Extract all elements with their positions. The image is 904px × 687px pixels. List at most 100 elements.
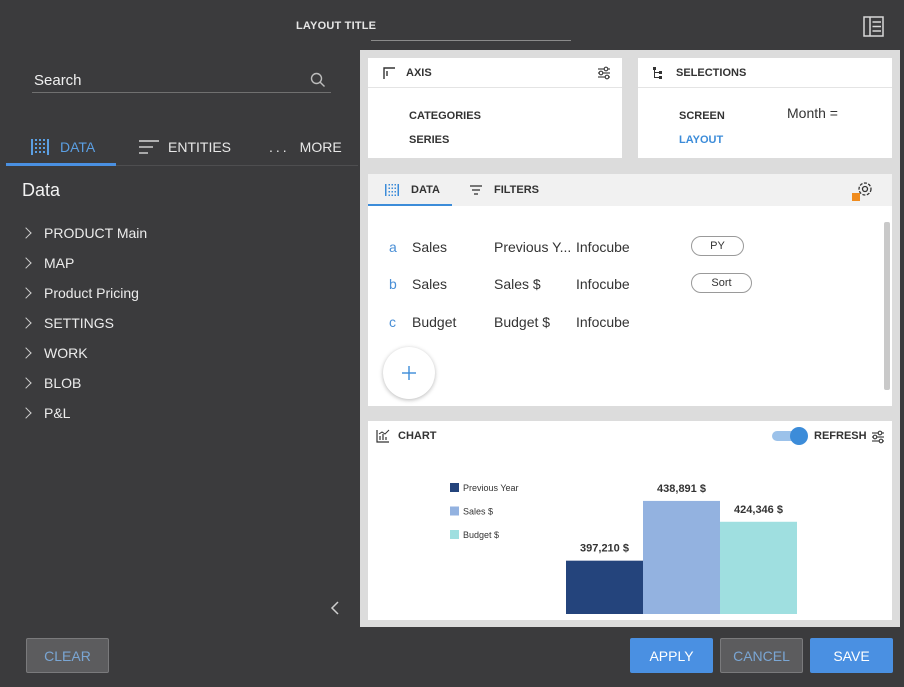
tab-data-label: DATA: [60, 138, 96, 155]
collapse-panel-icon[interactable]: [330, 601, 340, 615]
data-card: DATA FILTERS a Sales Previous Y... Infoc…: [368, 174, 892, 406]
row-name: Sales: [412, 276, 448, 292]
tab-filters[interactable]: FILTERS: [470, 174, 539, 206]
axis-series[interactable]: SERIES: [409, 134, 449, 146]
chart-bar[interactable]: [720, 521, 797, 614]
chevron-right-icon: [20, 227, 32, 239]
tree-item-work[interactable]: WORK: [20, 338, 147, 368]
search-underline: [32, 92, 331, 93]
axis-settings-icon[interactable]: [597, 66, 611, 80]
save-button[interactable]: SAVE: [810, 638, 893, 673]
cancel-button[interactable]: CANCEL: [720, 638, 803, 673]
tree-item-label: Product Pricing: [44, 285, 139, 301]
data-row[interactable]: b Sales Sales $ Infocube Sort: [368, 273, 868, 297]
apply-button[interactable]: APPLY: [630, 638, 713, 673]
legend-label: Budget $: [463, 530, 499, 540]
data-row[interactable]: c Budget Budget $ Infocube: [368, 311, 868, 335]
axis-icon: [383, 66, 395, 79]
tree-item-label: MAP: [44, 255, 75, 271]
row-source: Infocube: [576, 314, 630, 330]
axis-categories[interactable]: CATEGORIES: [409, 110, 481, 122]
data-tree: PRODUCT Main MAP Product Pricing SETTING…: [20, 218, 148, 428]
search-input[interactable]: Search: [34, 72, 82, 89]
tab-filters-label: FILTERS: [494, 184, 540, 196]
row-measure: Sales $: [494, 276, 541, 292]
row-name: Budget: [412, 314, 457, 330]
tab-entities-label: ENTITIES: [168, 138, 232, 155]
tree-item-label: P&L: [44, 405, 71, 421]
configure-icon[interactable]: [852, 180, 874, 202]
row-name: Sales: [412, 239, 448, 255]
bar-value-label: 438,891 $: [657, 483, 706, 495]
tab-data-panel[interactable]: DATA: [385, 174, 440, 206]
left-tab-bar: DATA ENTITIES ... MORE: [6, 128, 358, 166]
selection-layout[interactable]: LAYOUT: [679, 134, 723, 146]
search-icon[interactable]: [310, 72, 326, 88]
legend-swatch: [450, 483, 459, 492]
chart-bar[interactable]: [643, 500, 720, 614]
vertical-scrollbar[interactable]: [884, 222, 890, 390]
chevron-right-icon: [20, 257, 32, 269]
hierarchy-icon: [653, 66, 662, 79]
tree-item-label: WORK: [44, 345, 88, 361]
tree-item-map[interactable]: MAP: [20, 248, 147, 278]
bar-chart: Previous Year Sales $ Budget $ 397,210 $ 438…: [450, 483, 797, 614]
tab-entities[interactable]: ENTITIES: [138, 128, 231, 165]
chevron-right-icon: [20, 377, 32, 389]
tab-data-panel-label: DATA: [411, 184, 440, 196]
data-grid-icon: [31, 138, 49, 155]
legend-label: Sales $: [463, 507, 493, 517]
axis-header: AXIS: [368, 58, 622, 88]
filter-icon: [470, 185, 482, 195]
layout-title-label: LAYOUT TITLE: [296, 20, 377, 32]
row-letter: c: [389, 314, 396, 330]
selection-screen[interactable]: SCREEN: [679, 110, 725, 122]
active-data-tab-indicator: [368, 204, 452, 206]
axis-title: AXIS: [406, 66, 432, 79]
lines-icon: [139, 139, 159, 154]
tree-item-label: BLOB: [44, 375, 82, 391]
chevron-right-icon: [20, 407, 32, 419]
legend-swatch: [450, 506, 459, 516]
clear-button[interactable]: CLEAR: [26, 638, 109, 673]
ellipsis-icon: ...: [269, 138, 290, 155]
layout-title-input[interactable]: [371, 40, 571, 41]
row-measure: Previous Y...: [494, 239, 572, 255]
selections-title: SELECTIONS: [676, 66, 747, 79]
tab-more[interactable]: ... MORE: [269, 128, 342, 165]
bar-value-label: 424,346 $: [734, 504, 783, 516]
data-tab-bar: DATA FILTERS: [368, 174, 892, 206]
data-grid-icon: [385, 184, 399, 196]
tree-item-product-main[interactable]: PRODUCT Main: [20, 218, 148, 248]
row-measure: Budget $: [494, 314, 551, 330]
row-letter: b: [389, 276, 397, 292]
axis-card: AXIS CATEGORIES SERIES: [368, 58, 622, 158]
plus-icon: [402, 366, 416, 380]
legend-label: Previous Year: [463, 483, 519, 493]
tree-item-pl[interactable]: P&L: [20, 398, 147, 428]
add-row-button[interactable]: [383, 347, 435, 399]
bar-value-label: 397,210 $: [580, 543, 629, 555]
tab-more-label: MORE: [299, 138, 342, 155]
layout-panel-icon[interactable]: [863, 16, 884, 37]
data-row[interactable]: a Sales Previous Y... Infocube PY: [368, 236, 868, 260]
tree-item-settings[interactable]: SETTINGS: [20, 308, 147, 338]
chevron-right-icon: [20, 287, 32, 299]
row-source: Infocube: [576, 276, 630, 292]
section-title: Data: [22, 180, 61, 200]
py-pill-button[interactable]: PY: [691, 236, 744, 256]
sort-pill-button[interactable]: Sort: [691, 273, 752, 293]
tree-item-product-pricing[interactable]: Product Pricing: [20, 278, 147, 308]
chart-bar[interactable]: [566, 560, 643, 614]
tree-item-blob[interactable]: BLOB: [20, 368, 147, 398]
chevron-right-icon: [20, 317, 32, 329]
row-letter: a: [389, 239, 397, 255]
tab-data[interactable]: DATA: [30, 128, 95, 165]
tree-item-label: SETTINGS: [44, 315, 115, 331]
legend-swatch: [450, 530, 459, 539]
chart-card: CHART REFRESH Previous Year Sales $ Budget…: [368, 421, 892, 620]
tree-item-label: PRODUCT Main: [44, 225, 148, 241]
active-tab-indicator: [6, 163, 116, 166]
chevron-right-icon: [20, 347, 32, 359]
month-selection-value[interactable]: Month =: [787, 105, 838, 121]
